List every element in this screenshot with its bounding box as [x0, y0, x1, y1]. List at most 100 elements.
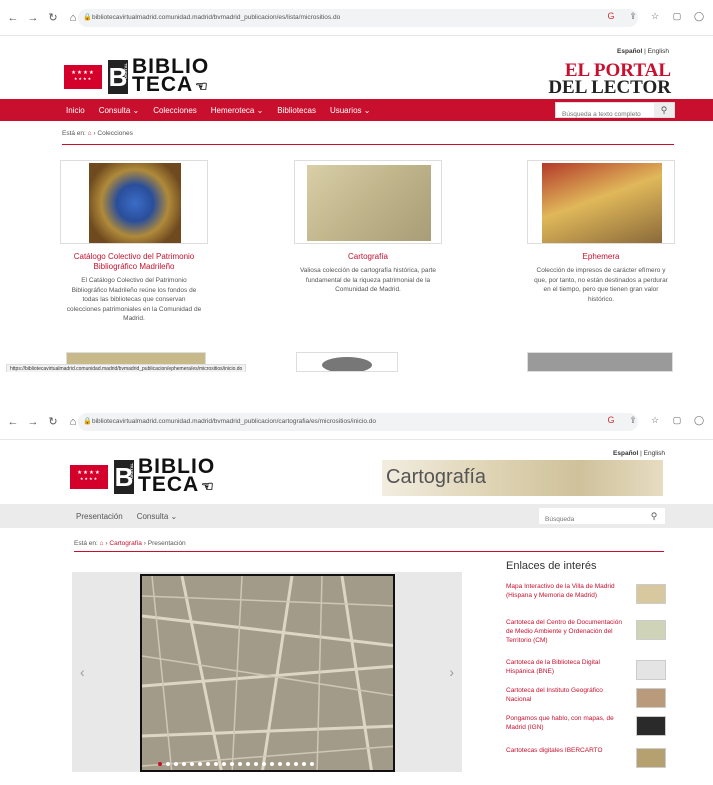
reload-icon[interactable]: ↻ [46, 11, 60, 25]
search-icon[interactable]: ⚲ [654, 103, 674, 117]
address-bar[interactable]: 🔒 bibliotecavirtualmadrid.comunidad.madr… [78, 413, 638, 431]
nav-hemeroteca[interactable]: Hemeroteca ⌄ [211, 106, 264, 115]
url-text: bibliotecavirtualmadrid.comunidad.madrid… [92, 418, 376, 425]
carousel-dot[interactable] [190, 762, 194, 766]
carousel-dot[interactable] [270, 762, 274, 766]
carousel-dot[interactable] [254, 762, 258, 766]
portal-lector-logo[interactable]: EL PORTAL DEL LECTOR [548, 61, 671, 97]
collection-desc: Valiosa colección de cartografía históri… [299, 267, 437, 293]
carousel-prev-icon[interactable]: ‹ [80, 664, 85, 680]
profile-icon[interactable]: ◯ [693, 11, 705, 22]
carousel-dot[interactable] [302, 762, 306, 766]
carousel-dot[interactable] [198, 762, 202, 766]
collection-desc: El Catálogo Colectivo del Patrimonio Bib… [66, 277, 202, 322]
link-item[interactable]: Mapa Interactivo de la Villa de Madrid (… [506, 582, 666, 618]
search-input[interactable] [556, 107, 654, 122]
star-icon[interactable]: ☆ [649, 11, 661, 22]
sidepanel-icon[interactable]: ▢ [671, 415, 683, 426]
lang-en[interactable]: English [644, 450, 665, 457]
link-item[interactable]: Cartoteca del Instituto Geográfico Nacio… [506, 686, 666, 714]
carousel-dot[interactable] [238, 762, 242, 766]
collection-desc: Colección de impresos de carácter efímer… [534, 267, 668, 303]
lang-sep: | [640, 450, 642, 457]
forward-arrow-icon[interactable]: → [26, 11, 40, 25]
nav-inicio[interactable]: Inicio [66, 106, 85, 115]
pointing-hand-icon: ☜ [201, 478, 215, 494]
cartografia-banner: Cartografía [382, 460, 663, 496]
link-thumbnail [636, 620, 666, 640]
share-icon[interactable]: ⇪ [627, 11, 639, 22]
carousel-dot[interactable] [174, 762, 178, 766]
profile-icon[interactable]: ◯ [693, 415, 705, 426]
patrimonio-thumbnail[interactable] [60, 160, 208, 244]
link-item[interactable]: Cartotecas digitales IBERCARTO [506, 746, 666, 770]
collection-thumbnail-partial[interactable] [296, 352, 398, 372]
biblioteca-logo[interactable]: ★★★★ ★★★★ DIGITAL B BIBLIO TECA ☜ [70, 455, 216, 496]
google-icon[interactable]: G [605, 11, 617, 22]
image-carousel: ‹ › [72, 572, 462, 772]
carousel-dot[interactable] [230, 762, 234, 766]
collection-title[interactable]: Ephemera [526, 252, 676, 262]
carousel-dots [158, 762, 314, 766]
carousel-dot[interactable] [294, 762, 298, 766]
lang-en[interactable]: English [648, 48, 669, 55]
link-item[interactable]: Pongamos que hablo, con mapas, de Madrid… [506, 714, 666, 746]
nav-consulta[interactable]: Consulta ⌄ [99, 106, 140, 115]
carousel-dot[interactable] [222, 762, 226, 766]
collection-title[interactable]: Cartografía [293, 252, 443, 262]
lang-es[interactable]: Español [613, 450, 638, 457]
carousel-dot[interactable] [310, 762, 314, 766]
ephemera-thumbnail[interactable] [527, 160, 675, 244]
cartografia-thumbnail[interactable] [294, 160, 442, 244]
collection-card[interactable]: Catálogo Colectivo del Patrimonio Biblio… [59, 160, 209, 324]
carousel-dot[interactable] [286, 762, 290, 766]
address-bar[interactable]: 🔒 bibliotecavirtualmadrid.comunidad.madr… [78, 9, 638, 27]
collection-thumbnail-partial[interactable] [527, 352, 673, 372]
carousel-next-icon[interactable]: › [449, 664, 454, 680]
carousel-dot[interactable] [278, 762, 282, 766]
browser-toolbar: ← → ↻ ⌂ 🔒 bibliotecavirtualmadrid.comuni… [0, 0, 713, 36]
browser-actions: G ⇪ ☆ ▢ ◯ [605, 415, 705, 426]
search-input[interactable] [539, 511, 639, 528]
carousel-dot[interactable] [246, 762, 250, 766]
back-arrow-icon[interactable]: ← [6, 415, 20, 429]
back-arrow-icon[interactable]: ← [6, 11, 20, 25]
screenshot-gap [0, 372, 713, 404]
carousel-dot[interactable] [158, 762, 162, 766]
logo-text: BIBLIO TECA ☜ [138, 455, 216, 496]
search-icon[interactable]: ⚲ [645, 508, 663, 524]
lang-es[interactable]: Español [617, 48, 642, 55]
carousel-dot[interactable] [206, 762, 210, 766]
reload-icon[interactable]: ↻ [46, 415, 60, 429]
nav-bibliotecas[interactable]: Bibliotecas [277, 106, 316, 115]
link-thumbnail [636, 688, 666, 708]
madrid-flag-icon: ★★★★ ★★★★ [70, 464, 108, 489]
biblioteca-logo[interactable]: ★★★★ ★★★★ DIGITAL B BIBLIO TECA ☜ [64, 56, 209, 95]
home-icon[interactable]: ⌂ [88, 130, 92, 137]
carousel-map-image[interactable] [140, 574, 395, 772]
share-icon[interactable]: ⇪ [627, 415, 639, 426]
carousel-dot[interactable] [166, 762, 170, 766]
nav-consulta[interactable]: Consulta ⌄ [137, 512, 178, 521]
lang-sep: | [644, 48, 646, 55]
collection-title[interactable]: Catálogo Colectivo del Patrimonio Biblio… [59, 252, 209, 272]
google-icon[interactable]: G [605, 415, 617, 426]
nav-usuarios[interactable]: Usuarios ⌄ [330, 106, 371, 115]
carousel-dot[interactable] [214, 762, 218, 766]
screenshot-colecciones: ← → ↻ ⌂ 🔒 bibliotecavirtualmadrid.comuni… [0, 0, 713, 372]
nav-presentacion[interactable]: Presentación [76, 512, 123, 521]
collection-card[interactable]: Ephemera Colección de impresos de caráct… [526, 160, 676, 304]
madrid-flag-icon: ★★★★ ★★★★ [64, 64, 102, 89]
related-links: Enlaces de interés Mapa Interactivo de l… [506, 560, 666, 770]
sidepanel-icon[interactable]: ▢ [671, 11, 683, 22]
link-item[interactable]: Cartoteca de la Biblioteca Digital Hispá… [506, 658, 666, 686]
nav-colecciones[interactable]: Colecciones [153, 106, 197, 115]
collection-card[interactable]: Cartografía Valiosa colección de cartogr… [293, 160, 443, 295]
carousel-dot[interactable] [262, 762, 266, 766]
star-icon[interactable]: ☆ [649, 415, 661, 426]
carousel-dot[interactable] [182, 762, 186, 766]
forward-arrow-icon[interactable]: → [26, 415, 40, 429]
link-item[interactable]: Cartoteca del Centro de Documentación de… [506, 618, 666, 658]
breadcrumb-cartografia[interactable]: Cartografía [109, 540, 142, 547]
home-icon[interactable]: ⌂ [100, 540, 104, 547]
